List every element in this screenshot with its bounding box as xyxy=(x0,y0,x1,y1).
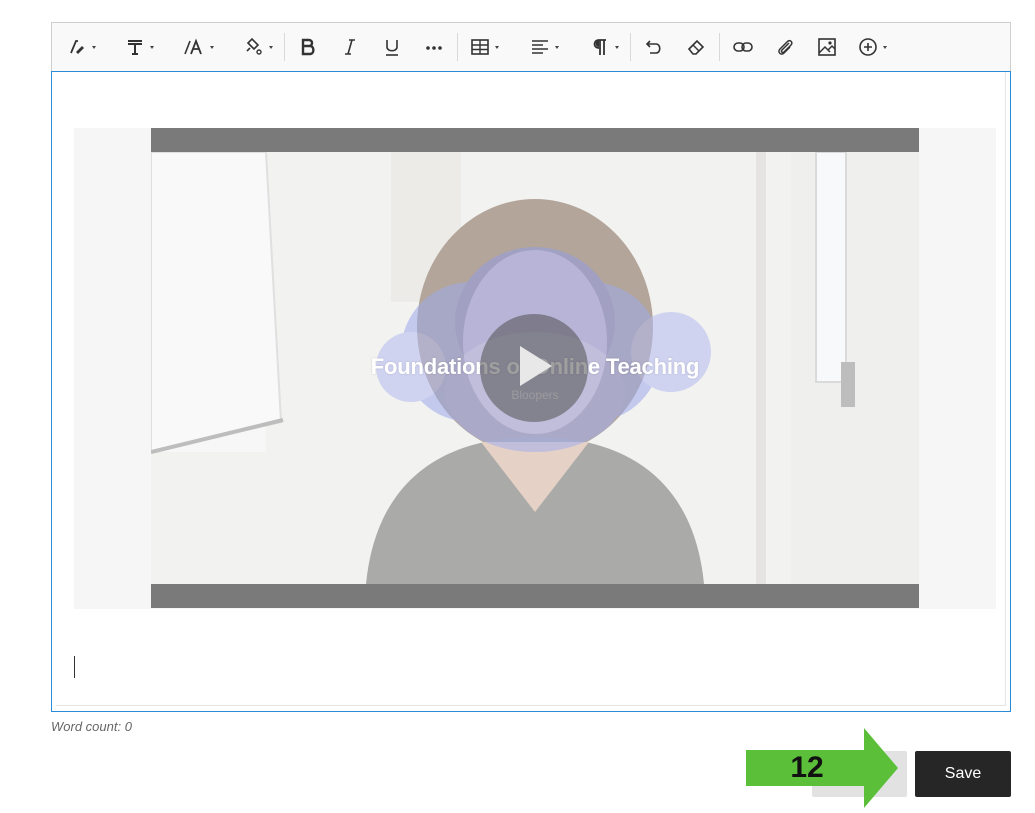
insert-content-button[interactable] xyxy=(852,31,892,63)
plus-circle-icon xyxy=(858,37,878,57)
step-number: 12 xyxy=(790,751,824,784)
pilcrow-icon xyxy=(590,37,610,57)
align-button[interactable] xyxy=(524,31,564,63)
image-icon xyxy=(817,37,837,57)
play-button[interactable] xyxy=(480,314,588,422)
word-count: Word count: 0 xyxy=(51,719,132,734)
font-size-button[interactable] xyxy=(178,31,218,63)
text-style-icon xyxy=(125,37,145,57)
bold-button[interactable] xyxy=(291,31,325,63)
highlight-color-button[interactable] xyxy=(238,31,278,63)
pen-style-icon xyxy=(67,37,87,57)
toolbar-divider xyxy=(719,33,720,61)
paint-bucket-icon xyxy=(244,37,264,57)
paperclip-icon xyxy=(775,37,795,57)
align-left-icon xyxy=(530,37,550,57)
step-callout-arrow: 12 xyxy=(746,728,898,808)
insert-image-button[interactable] xyxy=(810,31,844,63)
save-button[interactable]: Save xyxy=(915,751,1011,797)
toolbar-divider xyxy=(284,33,285,61)
rich-text-editor xyxy=(51,22,1011,71)
clear-formatting-button[interactable] xyxy=(679,31,713,63)
italic-icon xyxy=(340,37,360,57)
link-icon xyxy=(732,37,754,57)
eraser-icon xyxy=(686,37,706,57)
text-cursor xyxy=(74,656,75,678)
toolbar-divider xyxy=(630,33,631,61)
editor-body: Foundations of Online Teaching Bloopers xyxy=(56,72,1006,706)
undo-icon xyxy=(644,37,664,57)
editor-toolbar xyxy=(51,22,1011,71)
insert-link-button[interactable] xyxy=(726,31,760,63)
paragraph-button[interactable] xyxy=(584,31,624,63)
text-style-button[interactable] xyxy=(118,31,160,63)
table-button[interactable] xyxy=(464,31,504,63)
more-horizontal-icon xyxy=(424,37,444,57)
bold-icon xyxy=(298,37,318,57)
more-formatting-button[interactable] xyxy=(417,31,451,63)
editor-content-area[interactable]: Foundations of Online Teaching Bloopers xyxy=(51,71,1011,712)
undo-button[interactable] xyxy=(637,31,671,63)
font-size-icon xyxy=(183,37,205,57)
underline-button[interactable] xyxy=(375,31,409,63)
italic-button[interactable] xyxy=(333,31,367,63)
table-icon xyxy=(470,37,490,57)
attach-file-button[interactable] xyxy=(768,31,802,63)
play-icon xyxy=(514,344,554,393)
underline-icon xyxy=(382,37,402,57)
video-embed[interactable]: Foundations of Online Teaching Bloopers xyxy=(151,128,919,608)
toolbar-divider xyxy=(457,33,458,61)
format-painter-button[interactable] xyxy=(60,31,102,63)
